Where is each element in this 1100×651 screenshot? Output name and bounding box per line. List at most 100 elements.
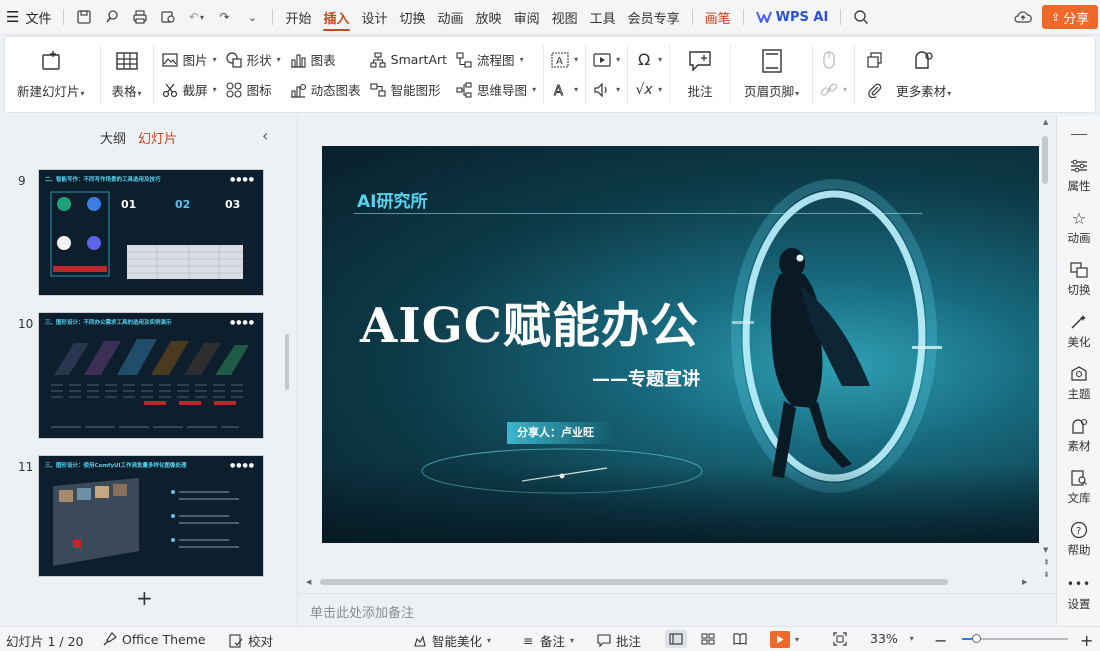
scroll-down-icon[interactable]: ▼: [1043, 546, 1048, 554]
sidebar-item-theme[interactable]: 主题: [1057, 364, 1100, 402]
chart-button[interactable]: 图表: [289, 50, 361, 70]
horizontal-scrollbar[interactable]: [320, 578, 1030, 586]
slideshow-button[interactable]: ▾: [770, 631, 799, 648]
slide-title[interactable]: AIGC赋能办公: [360, 286, 699, 356]
scroll-left-icon[interactable]: ◀: [306, 578, 311, 586]
slide-thumbnail-11[interactable]: 三、图形设计：使用ComfyUI工作流批量多样化图像处理 ●●●●: [38, 455, 264, 577]
comment-button[interactable]: 批注: [673, 37, 727, 112]
smartart-icon: [369, 51, 387, 69]
sorter-view-button[interactable]: [700, 631, 716, 647]
panel-scrollbar[interactable]: [285, 334, 289, 390]
sidebar-item-help[interactable]: ? 帮助: [1057, 520, 1100, 558]
wordart-icon: A: [551, 81, 569, 99]
fit-window-button[interactable]: [832, 631, 848, 647]
smart-beautify-button[interactable]: 智能美化 ▾: [412, 631, 491, 650]
tab-design[interactable]: 设计: [356, 0, 394, 35]
redo-icon[interactable]: ↷: [213, 6, 235, 28]
next-slide-icon[interactable]: ⇟: [1043, 570, 1050, 579]
save-icon[interactable]: [73, 6, 95, 28]
tab-outline[interactable]: 大纲: [100, 128, 126, 147]
zoom-out-button[interactable]: −: [934, 631, 947, 650]
notes-toggle[interactable]: ≡ 备注 ▾: [520, 631, 574, 650]
audio-button[interactable]: ▾: [593, 80, 620, 100]
equation-button[interactable]: √x ▾: [635, 80, 663, 100]
vertical-scroll-thumb[interactable]: [1042, 136, 1048, 184]
sidebar-item-material[interactable]: 素材: [1057, 416, 1100, 454]
symbol-button[interactable]: Ω ▾: [635, 50, 662, 70]
tab-tools[interactable]: 工具: [584, 0, 622, 35]
scroll-right-icon[interactable]: ▶: [1022, 578, 1027, 586]
tab-animation[interactable]: 动画: [432, 0, 470, 35]
paperclip-button[interactable]: [866, 80, 884, 100]
smartart-button[interactable]: SmartArt: [369, 50, 447, 70]
tab-member[interactable]: 会员专享: [622, 0, 686, 35]
slide-subtitle[interactable]: ——专题宣讲: [592, 365, 700, 391]
tab-transition[interactable]: 切换: [394, 0, 432, 35]
flowchart-button[interactable]: 流程图 ▾: [455, 50, 536, 70]
sidebar-item-settings[interactable]: ••• 设置: [1057, 574, 1100, 612]
tab-insert[interactable]: 插入: [317, 0, 355, 35]
theme-indicator[interactable]: Office Theme: [102, 631, 206, 647]
tab-home[interactable]: 开始: [279, 0, 317, 35]
object-button[interactable]: [820, 50, 847, 70]
slide-presenter[interactable]: 分享人：卢业旺: [507, 422, 615, 444]
shape-button[interactable]: 形状 ▾: [225, 50, 281, 70]
collapse-panel-icon[interactable]: ‹: [262, 126, 268, 145]
horizontal-scroll-thumb[interactable]: [320, 579, 948, 585]
proofread-button[interactable]: 校对: [228, 631, 273, 650]
mindmap-button[interactable]: 思维导图 ▾: [455, 80, 536, 100]
tab-slideshow[interactable]: 放映: [470, 0, 508, 35]
picture-button[interactable]: 图片 ▾: [161, 50, 217, 70]
vertical-scrollbar[interactable]: [1041, 128, 1049, 583]
sidebar-item-beautify[interactable]: 美化: [1057, 312, 1100, 350]
sidebar-item-properties[interactable]: 属性: [1057, 156, 1100, 194]
smart-shape-button[interactable]: 智能图形: [369, 80, 447, 100]
sidebar-item-transition[interactable]: 切换: [1057, 260, 1100, 298]
add-slide-button[interactable]: +: [136, 586, 153, 610]
slide-thumbnail-9[interactable]: 二、智能写作：不同写作场景的工具选用及技巧 ●●●● 01 02 03: [38, 169, 264, 296]
tab-wps-ai[interactable]: WPS AI: [750, 0, 835, 35]
wordart-button[interactable]: A ▾: [551, 80, 578, 100]
table-button[interactable]: 表格▾: [104, 37, 150, 112]
file-menu[interactable]: ☰ 文件: [0, 0, 57, 35]
zoom-in-button[interactable]: +: [1080, 631, 1093, 650]
header-footer-button[interactable]: 页眉页脚▾: [734, 37, 809, 112]
more-materials-button[interactable]: 更多素材▾: [888, 37, 959, 112]
icon-button[interactable]: 图标: [225, 80, 281, 100]
zoom-slider[interactable]: [962, 634, 1068, 643]
format-painter-icon[interactable]: [101, 6, 123, 28]
prev-slide-icon[interactable]: ⇞: [1043, 558, 1050, 567]
zoom-level[interactable]: 33% ▾: [870, 631, 914, 646]
screenshot-button[interactable]: 截屏 ▾: [161, 80, 217, 100]
search-icon[interactable]: [850, 6, 872, 28]
normal-view-button[interactable]: [665, 630, 687, 648]
video-button[interactable]: ▾: [593, 50, 620, 70]
tab-pen[interactable]: 画笔: [699, 0, 737, 35]
undo-icon[interactable]: ↶ ▾: [185, 6, 207, 28]
sidebar-item-animation[interactable]: ☆ 动画: [1057, 208, 1100, 246]
tab-review[interactable]: 审阅: [508, 0, 546, 35]
attachment-button[interactable]: [866, 50, 884, 70]
right-sidebar: 属性 ☆ 动画 切换 美化 主题 素材 文库 ? 帮助 ••• 设置: [1056, 116, 1100, 626]
sidebar-item-library[interactable]: 文库: [1057, 468, 1100, 506]
new-slide-button[interactable]: 新建幻灯片▾: [5, 37, 97, 112]
scroll-up-icon[interactable]: ▲: [1043, 118, 1048, 126]
notes-field[interactable]: 单击此处添加备注: [298, 593, 1056, 626]
textbox-button[interactable]: A ▾: [551, 50, 578, 70]
print-icon[interactable]: [129, 6, 151, 28]
cloud-upload-icon[interactable]: [1012, 6, 1034, 28]
ribbon-group-shapes: 形状 ▾ 图标: [221, 37, 285, 112]
comments-toggle[interactable]: 批注: [596, 631, 641, 650]
tab-slides[interactable]: 幻灯片: [138, 128, 177, 147]
tab-view[interactable]: 视图: [546, 0, 584, 35]
slide-thumbnail-10[interactable]: 三、图形设计：不同办公需求工具的选用及实例演示 ●●●●: [38, 312, 264, 439]
hyperlink-button[interactable]: ▾: [820, 80, 847, 100]
reading-view-button[interactable]: [732, 631, 748, 647]
current-slide[interactable]: AI研究所 AIGC赋能办公 ——专题宣讲 分享人：卢业旺: [322, 146, 1039, 543]
print-preview-icon[interactable]: [157, 6, 179, 28]
dynamic-chart-button[interactable]: 动态图表: [289, 80, 361, 100]
share-button[interactable]: ⇪ 分享: [1042, 5, 1098, 29]
chevron-down-icon[interactable]: ⌄: [241, 6, 263, 28]
divider: [840, 9, 842, 25]
zoom-slider-handle[interactable]: [972, 634, 981, 643]
